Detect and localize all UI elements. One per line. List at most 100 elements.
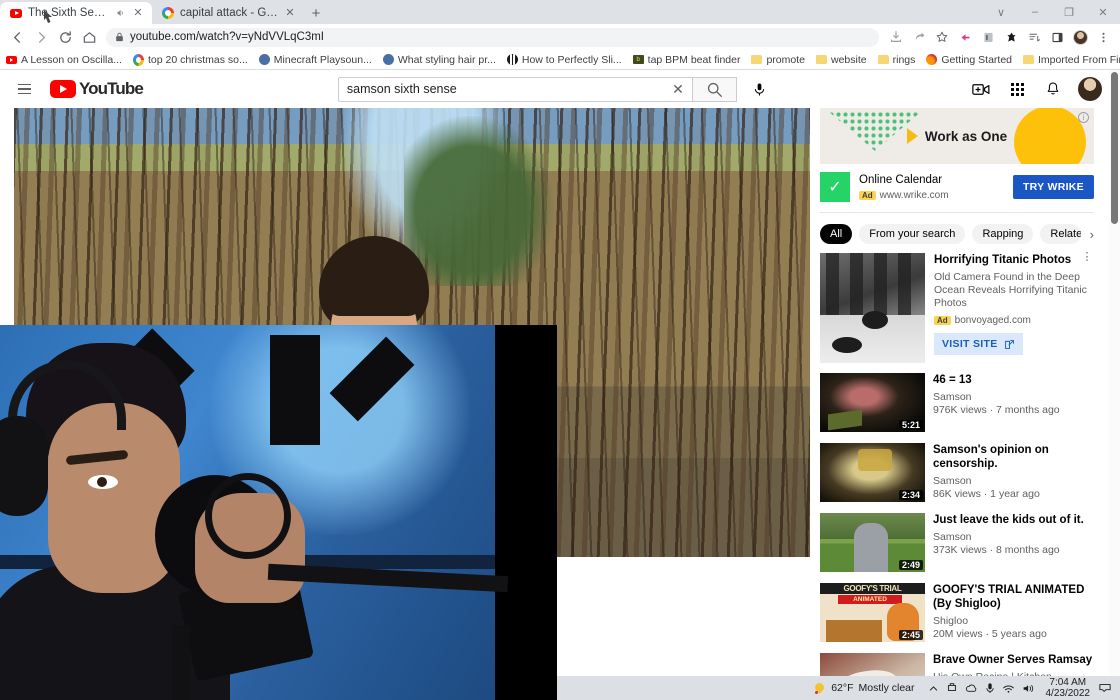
side-panel-icon[interactable] [1046, 26, 1068, 48]
chevron-right-icon[interactable]: › [1090, 227, 1094, 242]
bookmark-label: rings [892, 53, 916, 66]
minimize-button[interactable]: – [1018, 0, 1052, 24]
close-tab-icon[interactable]: ✕ [132, 7, 144, 19]
notification-icon[interactable] [1094, 677, 1116, 699]
extension-gray-icon[interactable] [977, 26, 999, 48]
bookmark-folder[interactable]: rings [877, 53, 916, 66]
bpm-icon: b [632, 54, 644, 65]
weather-widget[interactable]: 62°F Mostly clear [808, 682, 920, 694]
forward-icon[interactable] [30, 26, 52, 48]
bookmarks-bar: A Lesson on Oscilla... top 20 christmas … [0, 50, 1120, 70]
back-icon[interactable] [6, 26, 28, 48]
sidebar-display-ad[interactable]: Horrifying Titanic Photos ⋮ Old Camera F… [820, 252, 1094, 363]
chevron-up-icon[interactable] [928, 683, 939, 694]
menu-kebab-icon[interactable] [1092, 26, 1114, 48]
bookmark-item[interactable]: What styling hair pr... [382, 53, 496, 66]
video-stats: 976K views · 7 months ago [933, 404, 1060, 416]
extension-black-icon[interactable] [1000, 26, 1022, 48]
video-list-item[interactable]: 2:34 Samson's opinion on censorship. Sam… [820, 443, 1094, 502]
taskbar-clock[interactable]: 7:04 AM 4/23/2022 [1042, 677, 1095, 699]
profile-avatar[interactable] [1069, 26, 1091, 48]
bell-icon[interactable] [1042, 78, 1064, 100]
video-title: 46 = 13 [933, 374, 972, 386]
search-input[interactable]: ✕ [337, 76, 693, 102]
decorative-sun [1014, 108, 1086, 164]
tab-search-button[interactable]: ∨ [984, 0, 1018, 24]
visit-site-label: VISIT SITE [942, 338, 998, 350]
ad-thumbnail [820, 253, 925, 363]
bookmark-item[interactable]: Minecraft Playsoun... [258, 54, 372, 66]
google-icon [132, 53, 144, 66]
share-icon[interactable] [908, 26, 930, 48]
video-list-item[interactable]: Brave Owner Serves Ramsay His Own Recipe… [820, 653, 1094, 676]
chip-from-your-search[interactable]: From your search [859, 224, 966, 244]
create-video-icon[interactable] [970, 78, 992, 100]
volume-icon[interactable] [1022, 683, 1035, 694]
info-icon[interactable]: i [1078, 112, 1089, 123]
bookmark-label: tap BPM beat finder [647, 53, 741, 66]
bookmark-item[interactable]: A Lesson on Oscilla... [6, 54, 122, 66]
install-icon[interactable] [885, 26, 907, 48]
cloud-icon[interactable] [965, 683, 978, 694]
bookmark-folder[interactable]: Imported From Fire... [1023, 54, 1120, 66]
chip-rapping[interactable]: Rapping [972, 224, 1034, 244]
microphone-icon[interactable] [747, 76, 773, 102]
close-window-button[interactable]: ✕ [1086, 0, 1120, 24]
youtube-header: YouTube ✕ [0, 70, 1120, 108]
extension-pink-icon[interactable] [954, 26, 976, 48]
video-list-item[interactable]: GOOFY'S TRIAL ANIMATED 2:45 GOOFY'S TRIA… [820, 583, 1094, 642]
sidebar-ad-unit[interactable]: ✓ Online Calendar Ad www.wrike.com TRY W… [820, 164, 1094, 213]
external-link-icon [1004, 339, 1015, 350]
lock-icon [115, 32, 124, 42]
wifi-icon[interactable] [1002, 683, 1015, 694]
new-tab-button[interactable]: + [304, 2, 328, 24]
bookmark-item[interactable]: top 20 christmas so... [132, 53, 248, 66]
kebab-menu-icon[interactable]: ⋮ [1080, 252, 1094, 267]
search-button[interactable] [692, 76, 737, 102]
bookmark-label: website [831, 53, 867, 66]
video-duration: 2:34 [898, 490, 923, 500]
page-scrollbar-thumb[interactable] [1111, 72, 1118, 224]
video-list-item[interactable]: 2:49 Just leave the kids out of it. Sams… [820, 513, 1094, 572]
youtube-play-icon [50, 80, 76, 98]
video-title: Brave Owner Serves Ramsay [933, 654, 1093, 666]
bookmark-item[interactable]: Getting Started [926, 54, 1012, 66]
youtube-icon [6, 54, 17, 65]
bookmark-folder[interactable]: website [816, 54, 867, 66]
chip-related[interactable]: Related [1040, 224, 1081, 244]
bookmark-item[interactable]: b tap BPM beat finder [632, 53, 741, 66]
thumbnail-text-bottom: ANIMATED [838, 595, 902, 604]
ad-url: bonvoyaged.com [954, 315, 1031, 326]
close-icon[interactable]: ✕ [668, 81, 684, 98]
bookmark-item[interactable]: How to Perfectly Sli... [506, 54, 622, 66]
search-field[interactable] [346, 82, 669, 96]
reading-list-icon[interactable] [1023, 26, 1045, 48]
address-bar[interactable]: youtube.com/watch?v=yNdVVLqC3mI [106, 27, 879, 47]
star-icon[interactable] [931, 26, 953, 48]
onedrive-icon[interactable] [946, 682, 958, 694]
apps-grid-icon[interactable] [1006, 78, 1028, 100]
ad-badge: Ad [859, 191, 876, 200]
try-wrike-button[interactable]: TRY WRIKE [1012, 175, 1094, 199]
home-icon[interactable] [78, 26, 100, 48]
hamburger-icon[interactable] [12, 77, 36, 101]
youtube-logo[interactable]: YouTube [50, 79, 144, 99]
thumbnail-text-top: GOOFY'S TRIAL [820, 583, 925, 594]
check-icon: ✓ [820, 172, 850, 202]
bookmark-label: What styling hair pr... [397, 53, 496, 66]
reload-icon[interactable] [54, 26, 76, 48]
microphone-icon[interactable] [985, 682, 995, 694]
speaker-icon[interactable] [114, 7, 126, 19]
ad-body: Horrifying Titanic Photos ⋮ Old Camera F… [934, 252, 1094, 363]
profile-avatar[interactable] [1078, 77, 1102, 101]
sidebar-ad-banner[interactable]: Work as One i [820, 108, 1094, 164]
bookmark-folder[interactable]: promote [751, 54, 805, 66]
browser-tab-inactive[interactable]: capital attack - Google Search ✕ [152, 2, 304, 24]
chip-all[interactable]: All [820, 224, 853, 244]
video-list-item[interactable]: 5:21 46 = 13 Samson 976K views · 7 month… [820, 373, 1094, 432]
visit-site-button[interactable]: VISIT SITE [934, 333, 1023, 355]
close-tab-icon[interactable]: ✕ [284, 7, 296, 19]
webcam-overlay-window[interactable]: ONLY THE MASTER OF EVIL DARIUS [0, 325, 557, 700]
maximize-button[interactable]: ❐ [1052, 0, 1086, 24]
browser-tab-active[interactable]: The Sixth Sense. - YouTube ✕ [0, 2, 152, 24]
